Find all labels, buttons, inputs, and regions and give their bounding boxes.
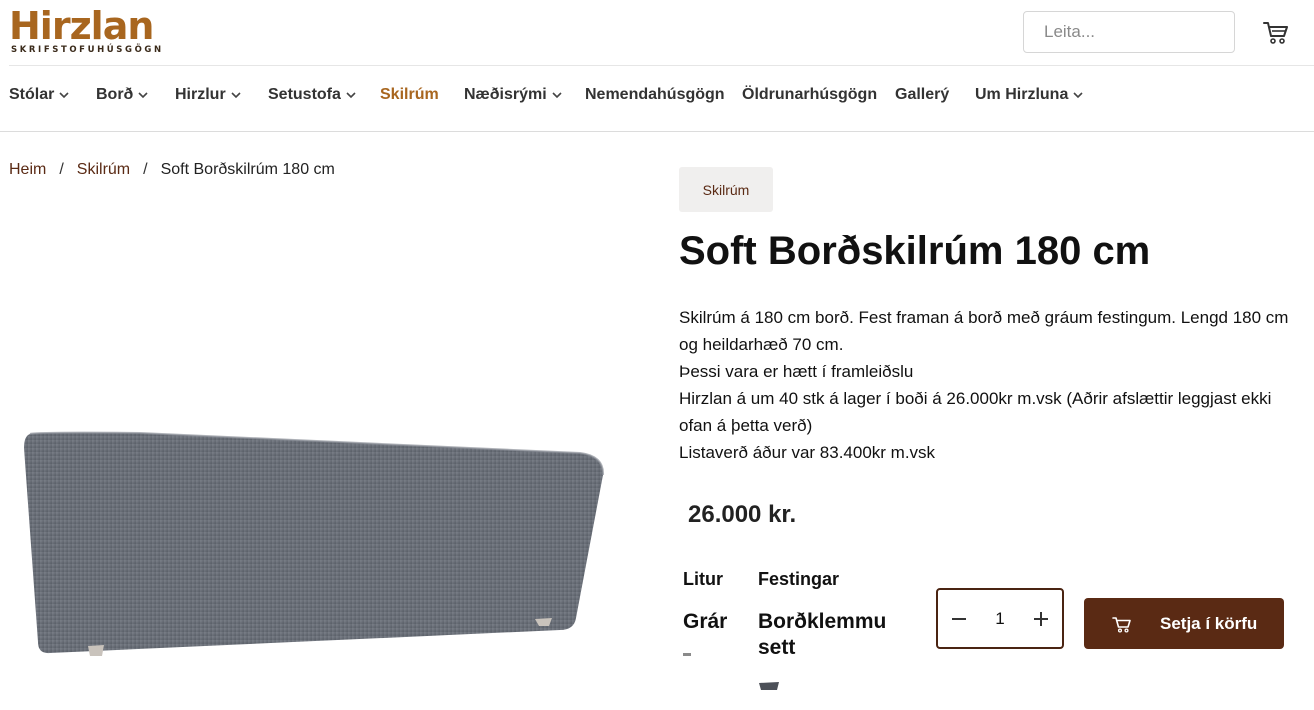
- clamp-swatch[interactable]: [758, 681, 780, 691]
- nav-item-oldrunarhusgogn[interactable]: Öldrunarhúsgögn: [742, 86, 895, 104]
- color-swatch[interactable]: [683, 653, 691, 656]
- chevron-down-icon: [346, 92, 356, 99]
- chevron-down-icon: [552, 92, 562, 99]
- nav-divider: [0, 131, 1314, 132]
- brand-tagline: SKRIFSTOFUHÚSGÖGN: [11, 45, 164, 55]
- nav-item-naedisrymi[interactable]: Næðisrými: [464, 86, 585, 104]
- nav-item-label: Um Hirzluna: [975, 86, 1069, 103]
- mount-option-value[interactable]: Borðklemmu sett: [758, 609, 898, 661]
- nav-item-nemendahusgogn[interactable]: Nemendahúsgögn: [585, 86, 742, 104]
- description-line: Hirzlan á um 40 stk á lager í boði á 26.…: [679, 389, 1272, 435]
- breadcrumb-separator: /: [143, 161, 148, 178]
- chevron-down-icon: [59, 92, 69, 99]
- breadcrumb-separator: /: [59, 161, 64, 178]
- product-image[interactable]: [0, 420, 620, 665]
- nav-item-label: Nemendahúsgögn: [585, 86, 725, 103]
- nav-item-setustofa[interactable]: Setustofa: [268, 86, 380, 104]
- nav-item-um-hirzluna[interactable]: Um Hirzluna: [975, 86, 1084, 104]
- product-title: Soft Borðskilrúm 180 cm: [679, 229, 1151, 273]
- color-option-label: Litur: [683, 569, 723, 589]
- description-line: Þessi vara er hætt í framleiðslu: [679, 362, 914, 381]
- nav-item-label: Setustofa: [268, 86, 341, 103]
- chevron-down-icon: [138, 92, 148, 99]
- nav-item-label: Næðisrými: [464, 86, 547, 103]
- add-to-cart-label: Setja í körfu: [1160, 613, 1258, 633]
- breadcrumb-home-link[interactable]: Heim: [9, 161, 46, 179]
- plus-icon: [1034, 611, 1048, 626]
- brand-logo[interactable]: Hirzlan SKRIFSTOFUHÚSGÖGN: [9, 6, 179, 58]
- breadcrumb: Heim / Skilrúm / Soft Borðskilrúm 180 cm: [9, 161, 335, 179]
- header-divider: [9, 65, 1314, 66]
- product-price: 26.000 kr.: [688, 501, 797, 528]
- quantity-value[interactable]: 1: [995, 609, 1004, 629]
- category-tag[interactable]: Skilrúm: [679, 167, 773, 212]
- decrease-quantity-button[interactable]: [948, 608, 970, 630]
- quantity-stepper: 1: [936, 588, 1064, 649]
- nav-item-gallery[interactable]: Gallerý: [895, 86, 975, 104]
- search-input[interactable]: [1023, 11, 1235, 53]
- chevron-down-icon: [231, 92, 241, 99]
- nav-item-label: Borð: [96, 86, 134, 103]
- nav-item-stolar[interactable]: Stólar: [9, 86, 96, 104]
- cart-icon[interactable]: [1262, 18, 1290, 46]
- nav-item-label: Öldrunarhúsgögn: [742, 86, 878, 103]
- nav-item-hirzlur[interactable]: Hirzlur: [175, 86, 268, 104]
- nav-item-label: Stólar: [9, 86, 55, 103]
- cart-icon: [1112, 616, 1131, 633]
- add-to-cart-button[interactable]: Setja í körfu: [1084, 598, 1284, 649]
- nav-item-bord[interactable]: Borð: [96, 86, 175, 104]
- minus-icon: [952, 617, 966, 620]
- description-line: Listaverð áður var 83.400kr m.vsk: [679, 443, 936, 462]
- breadcrumb-current: Soft Borðskilrúm 180 cm: [160, 161, 335, 178]
- product-description: Skilrúm á 180 cm borð. Fest framan á bor…: [679, 304, 1289, 466]
- nav-item-label: Gallerý: [895, 86, 950, 103]
- breadcrumb-category-link[interactable]: Skilrúm: [77, 161, 130, 179]
- nav-item-label: Hirzlur: [175, 86, 226, 103]
- chevron-down-icon: [1073, 92, 1083, 99]
- increase-quantity-button[interactable]: [1030, 608, 1052, 630]
- nav-item-label: Skilrúm: [380, 86, 439, 103]
- nav-item-skilrum[interactable]: Skilrúm: [380, 86, 464, 104]
- mount-option-label: Festingar: [758, 569, 840, 589]
- color-option-value[interactable]: Grár: [683, 609, 727, 635]
- brand-name: Hirzlan: [9, 4, 154, 48]
- main-nav: Stólar Borð Hirzlur Setustofa Skilrúm Næ…: [9, 84, 1084, 106]
- description-line: Skilrúm á 180 cm borð. Fest framan á bor…: [679, 308, 1289, 354]
